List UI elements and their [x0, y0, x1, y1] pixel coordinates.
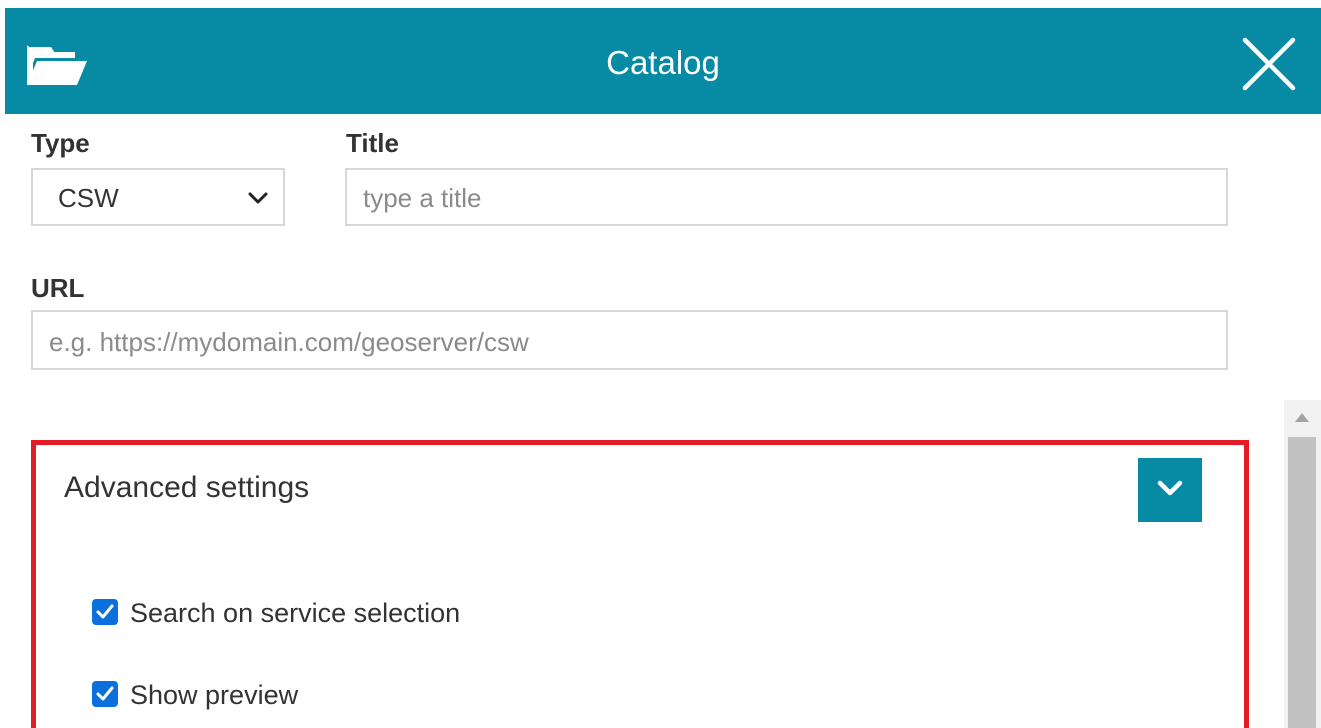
- title-label: Title: [346, 128, 399, 158]
- url-label: URL: [31, 273, 85, 303]
- title-input[interactable]: type a title: [345, 168, 1228, 226]
- show-preview-checkbox[interactable]: [92, 680, 118, 707]
- checkmark-icon: [96, 604, 114, 619]
- catalog-page: Catalog Type CSW Title type a title URL …: [0, 0, 1321, 728]
- type-select-value: CSW: [58, 183, 119, 213]
- search-on-service-selection-label: Search on service selection: [130, 598, 461, 628]
- title-input-placeholder: type a title: [363, 183, 482, 213]
- advanced-settings-toggle-button[interactable]: [1138, 458, 1202, 522]
- dialog-title: Catalog: [606, 44, 720, 81]
- vertical-scrollbar[interactable]: [1284, 400, 1321, 728]
- close-icon: [1242, 37, 1296, 91]
- checkmark-icon: [96, 686, 114, 701]
- advanced-settings-panel: Advanced settings Search on service sele…: [31, 440, 1249, 728]
- scroll-up-button[interactable]: [1284, 400, 1321, 434]
- advanced-settings-title: Advanced settings: [64, 471, 310, 504]
- close-button[interactable]: [1242, 37, 1296, 91]
- url-input-placeholder: e.g. https://mydomain.com/geoserver/csw: [49, 327, 529, 357]
- search-on-service-selection-option[interactable]: Search on service selection: [92, 598, 460, 629]
- show-preview-option[interactable]: Show preview: [92, 680, 298, 711]
- chevron-down-icon: [248, 192, 268, 204]
- catalog-header: Catalog: [5, 8, 1321, 114]
- chevron-down-icon: [1157, 480, 1183, 496]
- show-preview-label: Show preview: [130, 680, 299, 710]
- type-label: Type: [31, 128, 90, 158]
- url-input[interactable]: e.g. https://mydomain.com/geoserver/csw: [31, 310, 1228, 370]
- type-select[interactable]: CSW: [31, 168, 285, 226]
- scrollbar-thumb[interactable]: [1288, 437, 1316, 728]
- search-on-service-selection-checkbox[interactable]: [92, 598, 118, 625]
- scroll-up-arrow-icon: [1295, 413, 1309, 422]
